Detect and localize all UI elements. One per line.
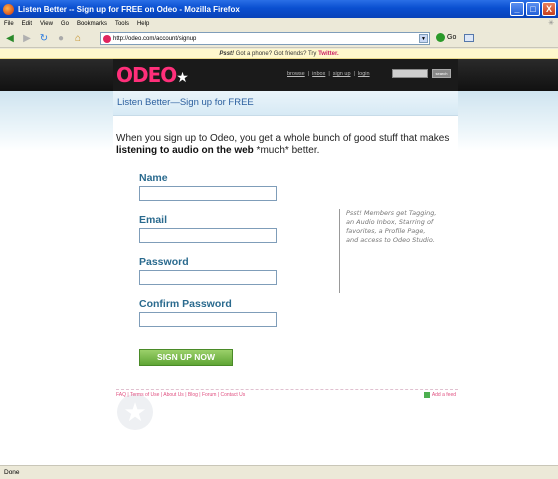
menu-go[interactable]: Go <box>61 21 69 27</box>
email-field[interactable] <box>139 228 277 243</box>
status-text: Done <box>4 469 20 476</box>
status-bar: Done <box>0 465 558 479</box>
stop-icon[interactable]: ● <box>54 32 68 46</box>
intro-bold: listening to audio on the web <box>116 145 254 156</box>
add-feed-label: Add a feed <box>431 392 456 398</box>
nav-login[interactable]: login <box>358 71 370 77</box>
firefox-icon <box>3 3 14 15</box>
notice-text: Got a phone? Got friends? Try <box>234 51 319 57</box>
url-text: http://odeo.com/account/signup <box>113 35 197 42</box>
navigation-toolbar: ◀ ▶ ↻ ● ⌂ http://odeo.com/account/signup… <box>0 30 558 48</box>
go-button[interactable]: Go <box>436 33 475 42</box>
sign-up-button[interactable]: SIGN UP NOW <box>139 349 233 366</box>
menu-bar: File Edit View Go Bookmarks Tools Help ✳ <box>0 18 558 30</box>
menu-view[interactable]: View <box>40 21 53 27</box>
email-label: Email <box>139 214 168 226</box>
home-icon[interactable]: ⌂ <box>71 32 85 46</box>
reload-icon[interactable]: ↻ <box>37 32 51 46</box>
page-title: Listen Better—Sign up for FREE <box>113 91 458 116</box>
logo-text: ODEO <box>116 63 177 87</box>
url-dropdown-icon[interactable]: ▼ <box>419 34 428 43</box>
star-icon: ★ <box>176 70 189 86</box>
menu-edit[interactable]: Edit <box>22 21 32 27</box>
url-bar[interactable]: http://odeo.com/account/signup ▼ <box>100 32 430 45</box>
go-icon <box>436 33 445 42</box>
footer-links[interactable]: FAQ | Terms of Use | About Us | Blog | F… <box>116 392 245 398</box>
search-button[interactable]: search <box>432 69 451 78</box>
footer: FAQ | Terms of Use | About Us | Blog | F… <box>116 389 458 398</box>
throbber-icon: ✳ <box>548 20 554 27</box>
window-title-bar: Listen Better -- Sign up for FREE on Ode… <box>0 0 558 18</box>
nav-browse[interactable]: browse <box>287 71 305 77</box>
window-controls: _ □ X <box>510 2 556 16</box>
menu-bookmarks[interactable]: Bookmarks <box>77 21 107 27</box>
password-group: Password <box>139 256 277 285</box>
confirm-password-label: Confirm Password <box>139 298 232 310</box>
name-field[interactable] <box>139 186 277 201</box>
top-nav: browse | inbox | sign up | login <box>287 71 370 77</box>
star-watermark-icon: ★ <box>117 394 153 430</box>
odeo-logo[interactable]: ODEO★ <box>116 63 189 87</box>
go-label: Go <box>447 34 457 41</box>
confirm-password-group: Confirm Password <box>139 298 277 327</box>
members-note: Psst! Members get Tagging, an Audio Inbo… <box>339 209 439 293</box>
close-button[interactable]: X <box>542 2 556 16</box>
nav-sign-up[interactable]: sign up <box>333 71 351 77</box>
name-label: Name <box>139 172 168 184</box>
intro-pre: When you sign up to Odeo, you get a whol… <box>116 133 450 144</box>
site-favicon-icon <box>103 35 111 43</box>
menu-tools[interactable]: Tools <box>115 21 129 27</box>
back-arrow-icon[interactable]: ◀ <box>3 32 17 46</box>
intro-post: *much* better. <box>253 145 320 156</box>
email-group: Email <box>139 214 277 243</box>
forward-arrow-icon[interactable]: ▶ <box>20 32 34 46</box>
notice-bar: Psst! Got a phone? Got friends? Try Twit… <box>0 49 558 59</box>
password-field[interactable] <box>139 270 277 285</box>
page-container: ODEO★ browse | inbox | sign up | login sear… <box>113 59 458 465</box>
twitter-link[interactable]: Twitter. <box>318 51 339 57</box>
nav-inbox[interactable]: inbox <box>312 71 325 77</box>
intro-text: When you sign up to Odeo, you get a whol… <box>116 133 458 157</box>
site-header: ODEO★ browse | inbox | sign up | login sear… <box>113 59 458 91</box>
browser-content: Psst! Got a phone? Got friends? Try Twit… <box>0 49 558 465</box>
search-input[interactable] <box>392 69 428 78</box>
menu-help[interactable]: Help <box>137 21 149 27</box>
search-engine-icon[interactable] <box>464 33 475 42</box>
add-feed-link[interactable]: Add a feed <box>423 392 456 398</box>
maximize-button[interactable]: □ <box>526 2 540 16</box>
window-title: Listen Better -- Sign up for FREE on Ode… <box>18 4 240 14</box>
add-feed-icon <box>423 392 430 398</box>
confirm-password-field[interactable] <box>139 312 277 327</box>
notice-psst: Psst! <box>219 51 235 57</box>
menu-file[interactable]: File <box>4 21 14 27</box>
password-label: Password <box>139 256 189 268</box>
name-group: Name <box>139 172 277 201</box>
minimize-button[interactable]: _ <box>510 2 524 16</box>
